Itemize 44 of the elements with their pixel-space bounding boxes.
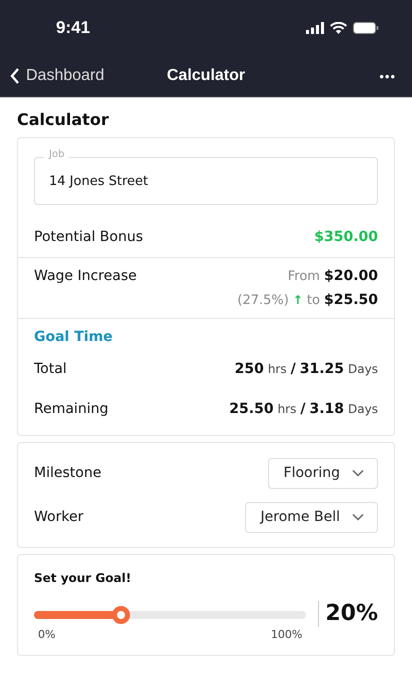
- goal-percent: 20%: [318, 601, 378, 627]
- to-label: to: [306, 293, 320, 308]
- hours-unit: hrs: [278, 402, 296, 416]
- time-label: Remaining: [34, 401, 108, 417]
- section-title: Goal Time: [33, 329, 114, 345]
- separator: /: [290, 361, 296, 377]
- battery-icon: [353, 22, 379, 34]
- screen-title: Calculator: [166, 67, 246, 85]
- chevron-down-icon: [352, 513, 364, 521]
- hours-value: 25.50: [229, 401, 274, 417]
- back-chevron-icon: [10, 68, 20, 84]
- time-label: Total: [34, 361, 67, 377]
- bonus-label: Potential Bonus: [34, 229, 143, 245]
- job-field[interactable]: 14 Jones Street: [34, 157, 378, 205]
- bonus-value: $350.00: [314, 229, 378, 245]
- days-value: 3.18: [310, 401, 344, 417]
- from-label: From: [288, 269, 320, 284]
- status-time: 9:41: [56, 18, 90, 38]
- separator: /: [300, 401, 306, 417]
- dropdown[interactable]: Flooring: [268, 458, 378, 488]
- from-wage: $20.00: [324, 268, 378, 284]
- hours-value: 250: [234, 361, 264, 377]
- goal-title: Set your Goal!: [34, 571, 132, 585]
- select-label: Milestone: [34, 465, 102, 481]
- increase-percent: (27.5%): [237, 293, 289, 308]
- slider-min: 0%: [38, 628, 56, 641]
- page-heading: Calculator: [17, 110, 110, 129]
- dropdown[interactable]: Jerome Bell: [244, 502, 378, 532]
- to-wage: $25.50: [324, 292, 378, 308]
- wage-label: Wage Increase: [34, 268, 137, 286]
- goal-slider[interactable]: [34, 606, 306, 624]
- up-arrow-icon: ↑: [292, 293, 303, 307]
- days-value: 31.25: [300, 361, 344, 377]
- field-label: Job: [44, 149, 70, 160]
- slider-max: 100%: [270, 628, 302, 641]
- days-unit: Days: [348, 402, 378, 416]
- back-button[interactable]: Dashboard: [10, 67, 104, 85]
- wifi-icon: [330, 22, 347, 34]
- more-button[interactable]: •••: [379, 68, 396, 84]
- chevron-down-icon: [352, 469, 364, 477]
- select-label: Worker: [34, 509, 84, 525]
- days-unit: Days: [348, 362, 378, 376]
- hours-unit: hrs: [268, 362, 287, 376]
- signal-icon: [306, 22, 324, 34]
